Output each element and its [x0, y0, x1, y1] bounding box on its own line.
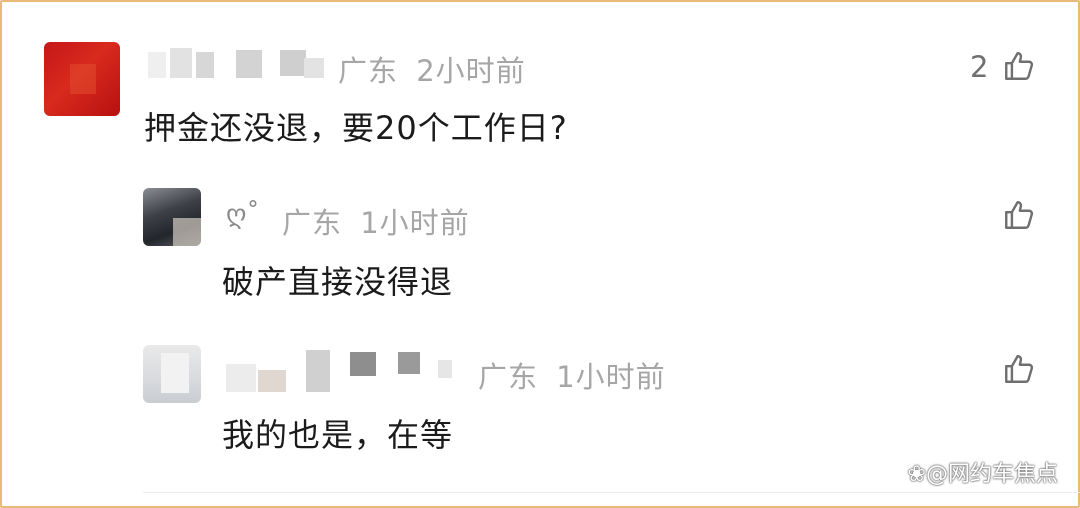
watermark-text: @网约车焦点: [925, 462, 1058, 487]
reply-meta: 广东 1小时前: [478, 354, 666, 396]
divider: [143, 492, 1080, 493]
like-count: 2: [970, 50, 989, 84]
location: 广东: [478, 360, 539, 394]
avatar[interactable]: [44, 42, 120, 116]
avatar[interactable]: [143, 345, 201, 403]
comment-text: 押金还没退，要20个工作日?: [144, 109, 568, 147]
time: 1小时前: [360, 206, 470, 240]
avatar[interactable]: [143, 188, 201, 246]
thumbs-up-icon[interactable]: [1002, 352, 1036, 386]
reply-text: 破产直接没得退: [222, 263, 454, 301]
thumbs-up-icon[interactable]: [1002, 49, 1036, 83]
thumbs-up-icon[interactable]: [1002, 198, 1036, 232]
location: 广东: [338, 54, 399, 88]
watermark: ❀@网约车焦点: [908, 456, 1058, 488]
comment-meta: 广东 2小时前: [338, 48, 526, 90]
reply-text: 我的也是，在等: [222, 416, 454, 454]
nickname: ღ˚: [226, 200, 260, 230]
reply-meta: 广东 1小时前: [282, 200, 470, 242]
nickname-mosaic: [148, 48, 328, 82]
time: 2小时前: [416, 54, 526, 88]
location: 广东: [282, 206, 343, 240]
time: 1小时前: [556, 360, 666, 394]
nickname-mosaic: [226, 346, 476, 394]
paw-icon: ❀: [907, 462, 926, 487]
